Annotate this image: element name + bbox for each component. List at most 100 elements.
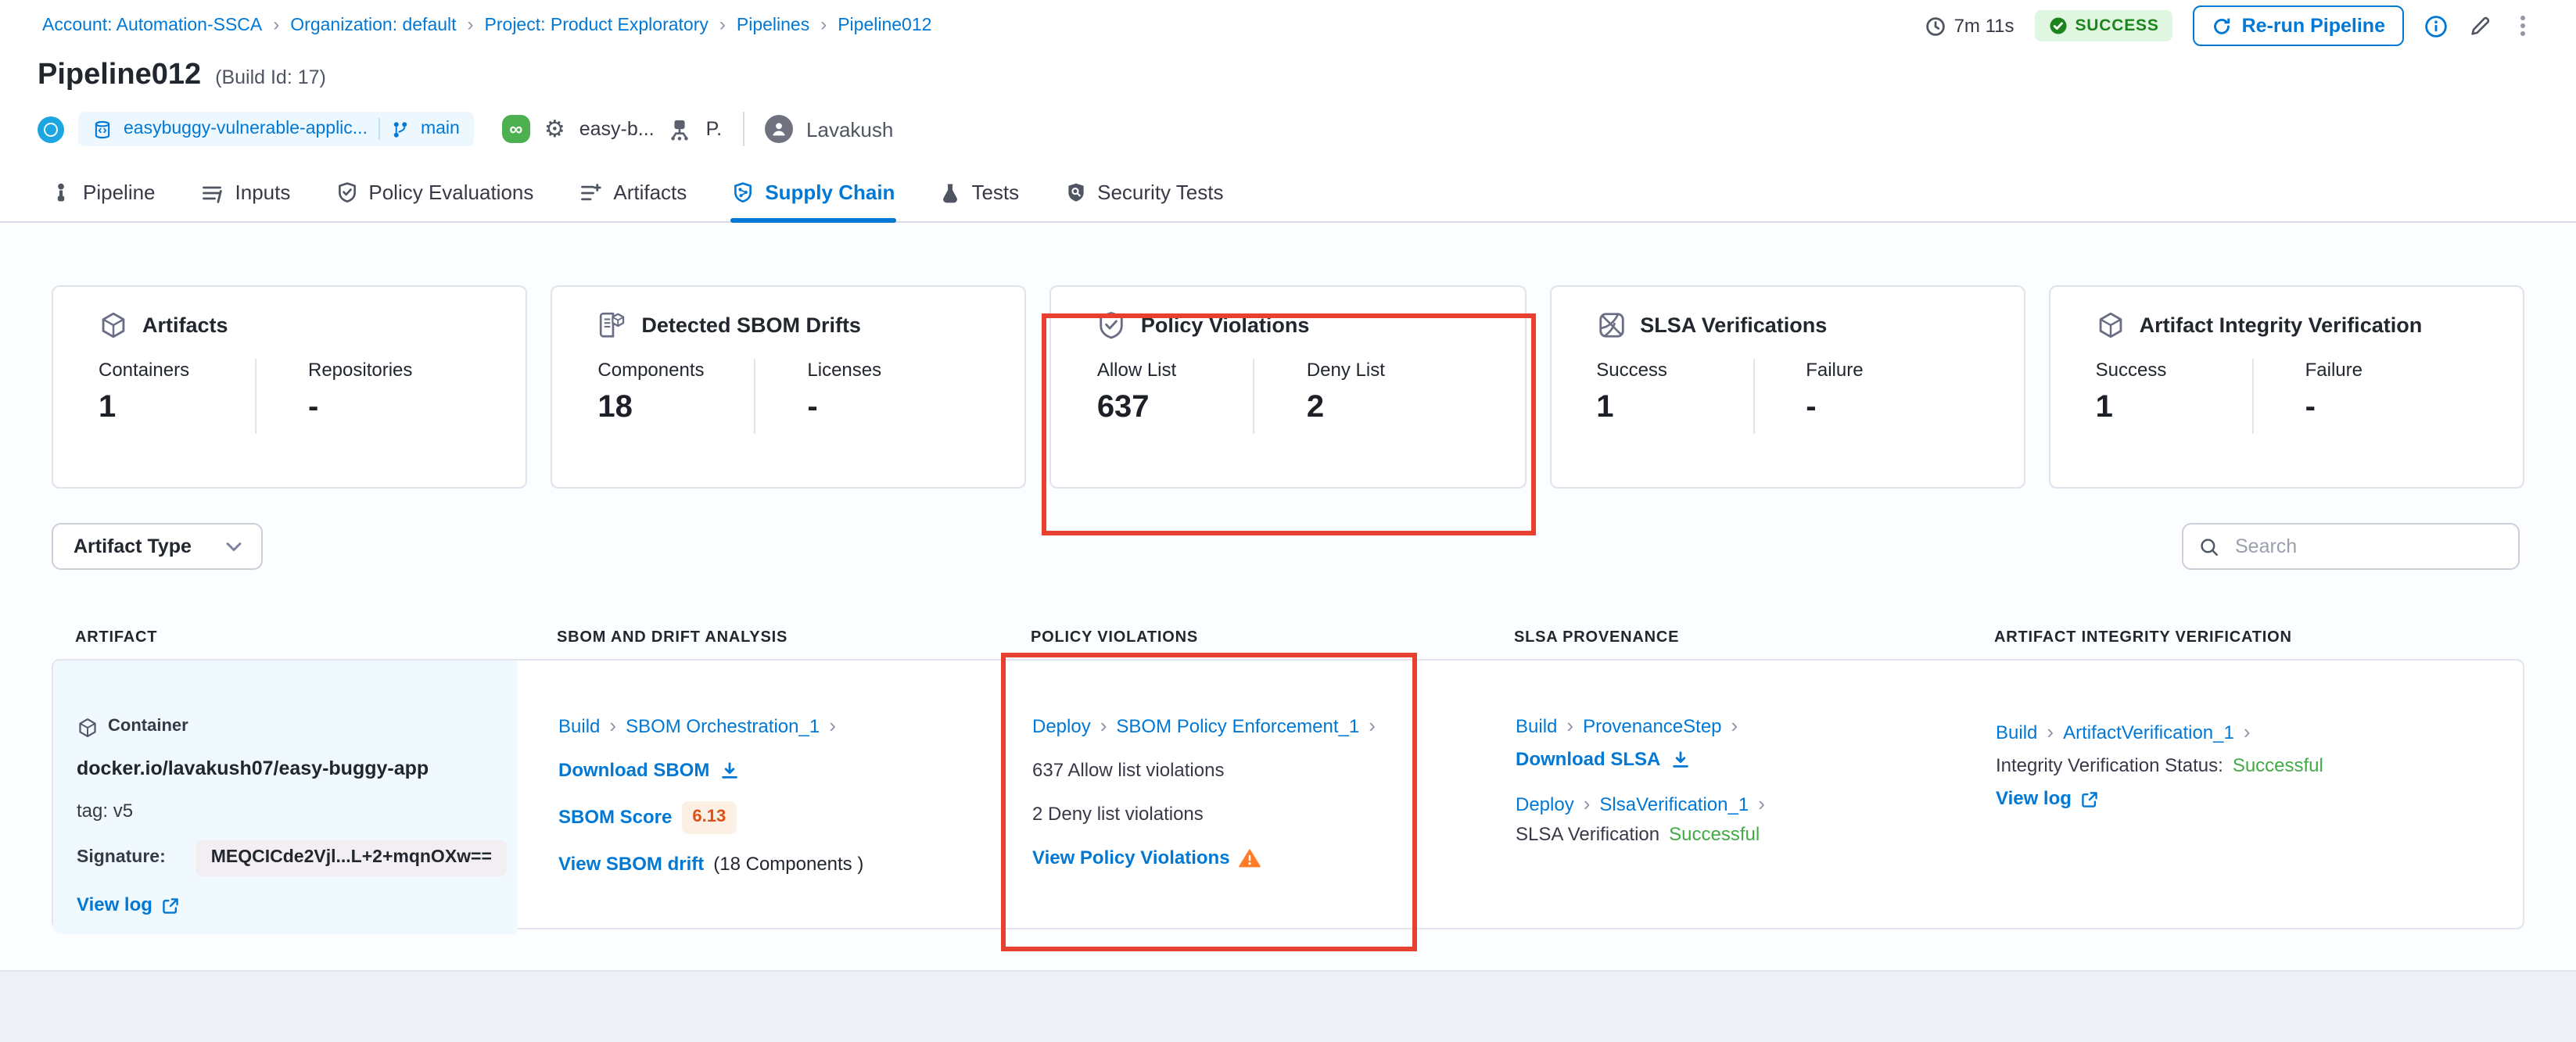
artifact-tag: tag: v5 [77, 798, 496, 825]
pipeline-icon [50, 181, 72, 203]
page-title: Pipeline012 [38, 59, 201, 93]
tab-policy-evaluations[interactable]: Policy Evaluations [334, 181, 535, 221]
footer-strip [0, 970, 2576, 1042]
shield-check-icon [1097, 310, 1127, 339]
step-link[interactable]: SBOM Policy Enforcement_1 [1116, 714, 1359, 740]
divider [754, 359, 755, 434]
edit-button[interactable] [2468, 14, 2492, 38]
artifact-cell: Container docker.io/lavakush07/easy-bugg… [53, 661, 518, 934]
signature-value[interactable]: MEQCICde2Vjl...L+2+mqnOXw== [196, 840, 508, 876]
slsa-provenance-cell: Build › ProvenanceStep › Download SLSA D… [1475, 661, 1955, 934]
breadcrumb-pipelines[interactable]: Pipelines [737, 16, 809, 35]
search-input[interactable] [2232, 534, 2502, 559]
rerun-pipeline-button[interactable]: Re-run Pipeline [2194, 5, 2404, 46]
stat-allow-list: Allow List 637 [1097, 359, 1254, 434]
breadcrumb-separator: › [468, 13, 474, 35]
filter-row: Artifact Type [52, 523, 2520, 570]
artifacts-table: ARTIFACT SBOM AND DRIFT ANALYSIS POLICY … [52, 614, 2524, 929]
divider [1254, 359, 1255, 434]
card-artifacts: Artifacts Containers 1 Repositories - [52, 285, 527, 489]
stage-link[interactable]: Deploy [1516, 792, 1574, 818]
cube-icon [2096, 310, 2126, 339]
stage-link[interactable]: Build [1996, 720, 2037, 747]
cube-icon [99, 310, 128, 339]
chevron-right-icon: › [2244, 718, 2251, 745]
divider [1753, 359, 1754, 434]
slsa-verification-status: Successful [1669, 822, 1760, 848]
artifacts-icon [579, 181, 602, 203]
download-icon [1670, 750, 1690, 770]
slsa-icon [1596, 310, 1626, 339]
step-link[interactable]: SlsaVerification_1 [1599, 792, 1749, 818]
slsa-verification-label: SLSA Verification [1516, 822, 1659, 848]
allow-list-violations: 637 Allow list violations [1032, 757, 1453, 784]
view-log-link[interactable]: View log [1996, 786, 2072, 812]
repo-name[interactable]: easybuggy-vulnerable-applic... [124, 120, 368, 138]
check-circle-icon [2049, 16, 2068, 35]
chevron-down-icon [226, 541, 243, 552]
breadcrumb: Account: Automation-SSCA › Organization:… [42, 15, 931, 37]
stage-link[interactable]: Build [1516, 714, 1557, 740]
supply-chain-page: Account: Automation-SSCA › Organization:… [0, 10, 2576, 1042]
branch-name[interactable]: main [421, 120, 460, 138]
card-artifact-integrity: Artifact Integrity Verification Success … [2049, 285, 2524, 489]
integrity-status: Successful [2233, 753, 2323, 779]
step-link[interactable]: ArtifactVerification_1 [2063, 720, 2234, 747]
column-header-slsa: SLSA PROVENANCE [1473, 629, 1954, 659]
breadcrumb-organization[interactable]: Organization: default [290, 16, 456, 35]
cube-icon [77, 716, 99, 738]
column-header-policy: POLICY VIOLATIONS [990, 629, 1473, 659]
download-icon [719, 761, 739, 781]
step-link[interactable]: SBOM Orchestration_1 [626, 714, 820, 740]
table-header-row: ARTIFACT SBOM AND DRIFT ANALYSIS POLICY … [52, 614, 2524, 659]
chevron-right-icon: › [1758, 790, 1765, 817]
view-sbom-drift-link[interactable]: View SBOM drift [558, 851, 704, 878]
stat-integrity-success: Success 1 [2096, 359, 2252, 434]
info-button[interactable] [2424, 14, 2448, 38]
artifact-type-dropdown[interactable]: Artifact Type [52, 523, 264, 570]
breadcrumb-account[interactable]: Account: Automation-SSCA [42, 16, 262, 35]
signature-label: Signature: [77, 845, 166, 872]
divider [379, 118, 380, 140]
status-badge: SUCCESS [2035, 10, 2173, 41]
stat-licenses: Licenses - [807, 359, 881, 434]
stage-link[interactable]: Build [558, 714, 600, 740]
infra-icon [669, 117, 692, 141]
tab-supply-chain[interactable]: Supply Chain [730, 181, 896, 221]
more-options-button[interactable] [2512, 13, 2534, 38]
page-header: Account: Automation-SSCA › Organization:… [0, 10, 2576, 223]
step-link[interactable]: ProvenanceStep [1583, 714, 1721, 740]
deny-list-violations: 2 Deny list violations [1032, 801, 1453, 828]
chevron-right-icon: › [1584, 790, 1591, 817]
sbom-score-link[interactable]: SBOM Score [558, 804, 672, 831]
download-slsa-link[interactable]: Download SLSA [1516, 747, 1660, 773]
integrity-cell: Build › ArtifactVerification_1 › Integri… [1955, 661, 2523, 934]
tab-pipeline[interactable]: Pipeline [48, 181, 157, 221]
tab-tests[interactable]: Tests [938, 181, 1021, 221]
artifact-type: Container [108, 714, 188, 740]
repo-pill[interactable]: easybuggy-vulnerable-applic... main [78, 112, 474, 146]
stat-containers: Containers 1 [99, 359, 255, 434]
breadcrumb-project[interactable]: Project: Product Exploratory [485, 16, 709, 35]
module-icon [38, 116, 64, 142]
view-log-link[interactable]: View log [77, 892, 152, 918]
pencil-icon [2468, 14, 2492, 38]
repository-icon [92, 119, 113, 139]
trigger-name[interactable]: easy-b... [579, 118, 655, 140]
external-link-icon [2081, 790, 2100, 808]
search-box[interactable] [2182, 523, 2520, 570]
divider [2252, 359, 2254, 434]
tab-artifacts[interactable]: Artifacts [577, 181, 688, 221]
download-sbom-link[interactable]: Download SBOM [558, 757, 709, 784]
sbom-cell: Build › SBOM Orchestration_1 › Download … [518, 661, 992, 934]
summary-cards: Artifacts Containers 1 Repositories - [52, 285, 2524, 489]
stat-deny-list: Deny List 2 [1307, 359, 1385, 434]
user-name: Lavakush [806, 117, 893, 141]
view-policy-violations-link[interactable]: View Policy Violations [1032, 845, 1230, 872]
stage-link[interactable]: Deploy [1032, 714, 1091, 740]
person-icon [769, 120, 788, 138]
tab-security-tests[interactable]: Security Tests [1063, 181, 1225, 221]
breadcrumb-pipeline012[interactable]: Pipeline012 [838, 16, 931, 35]
user-avatar[interactable] [764, 115, 792, 143]
tab-inputs[interactable]: Inputs [199, 181, 292, 221]
